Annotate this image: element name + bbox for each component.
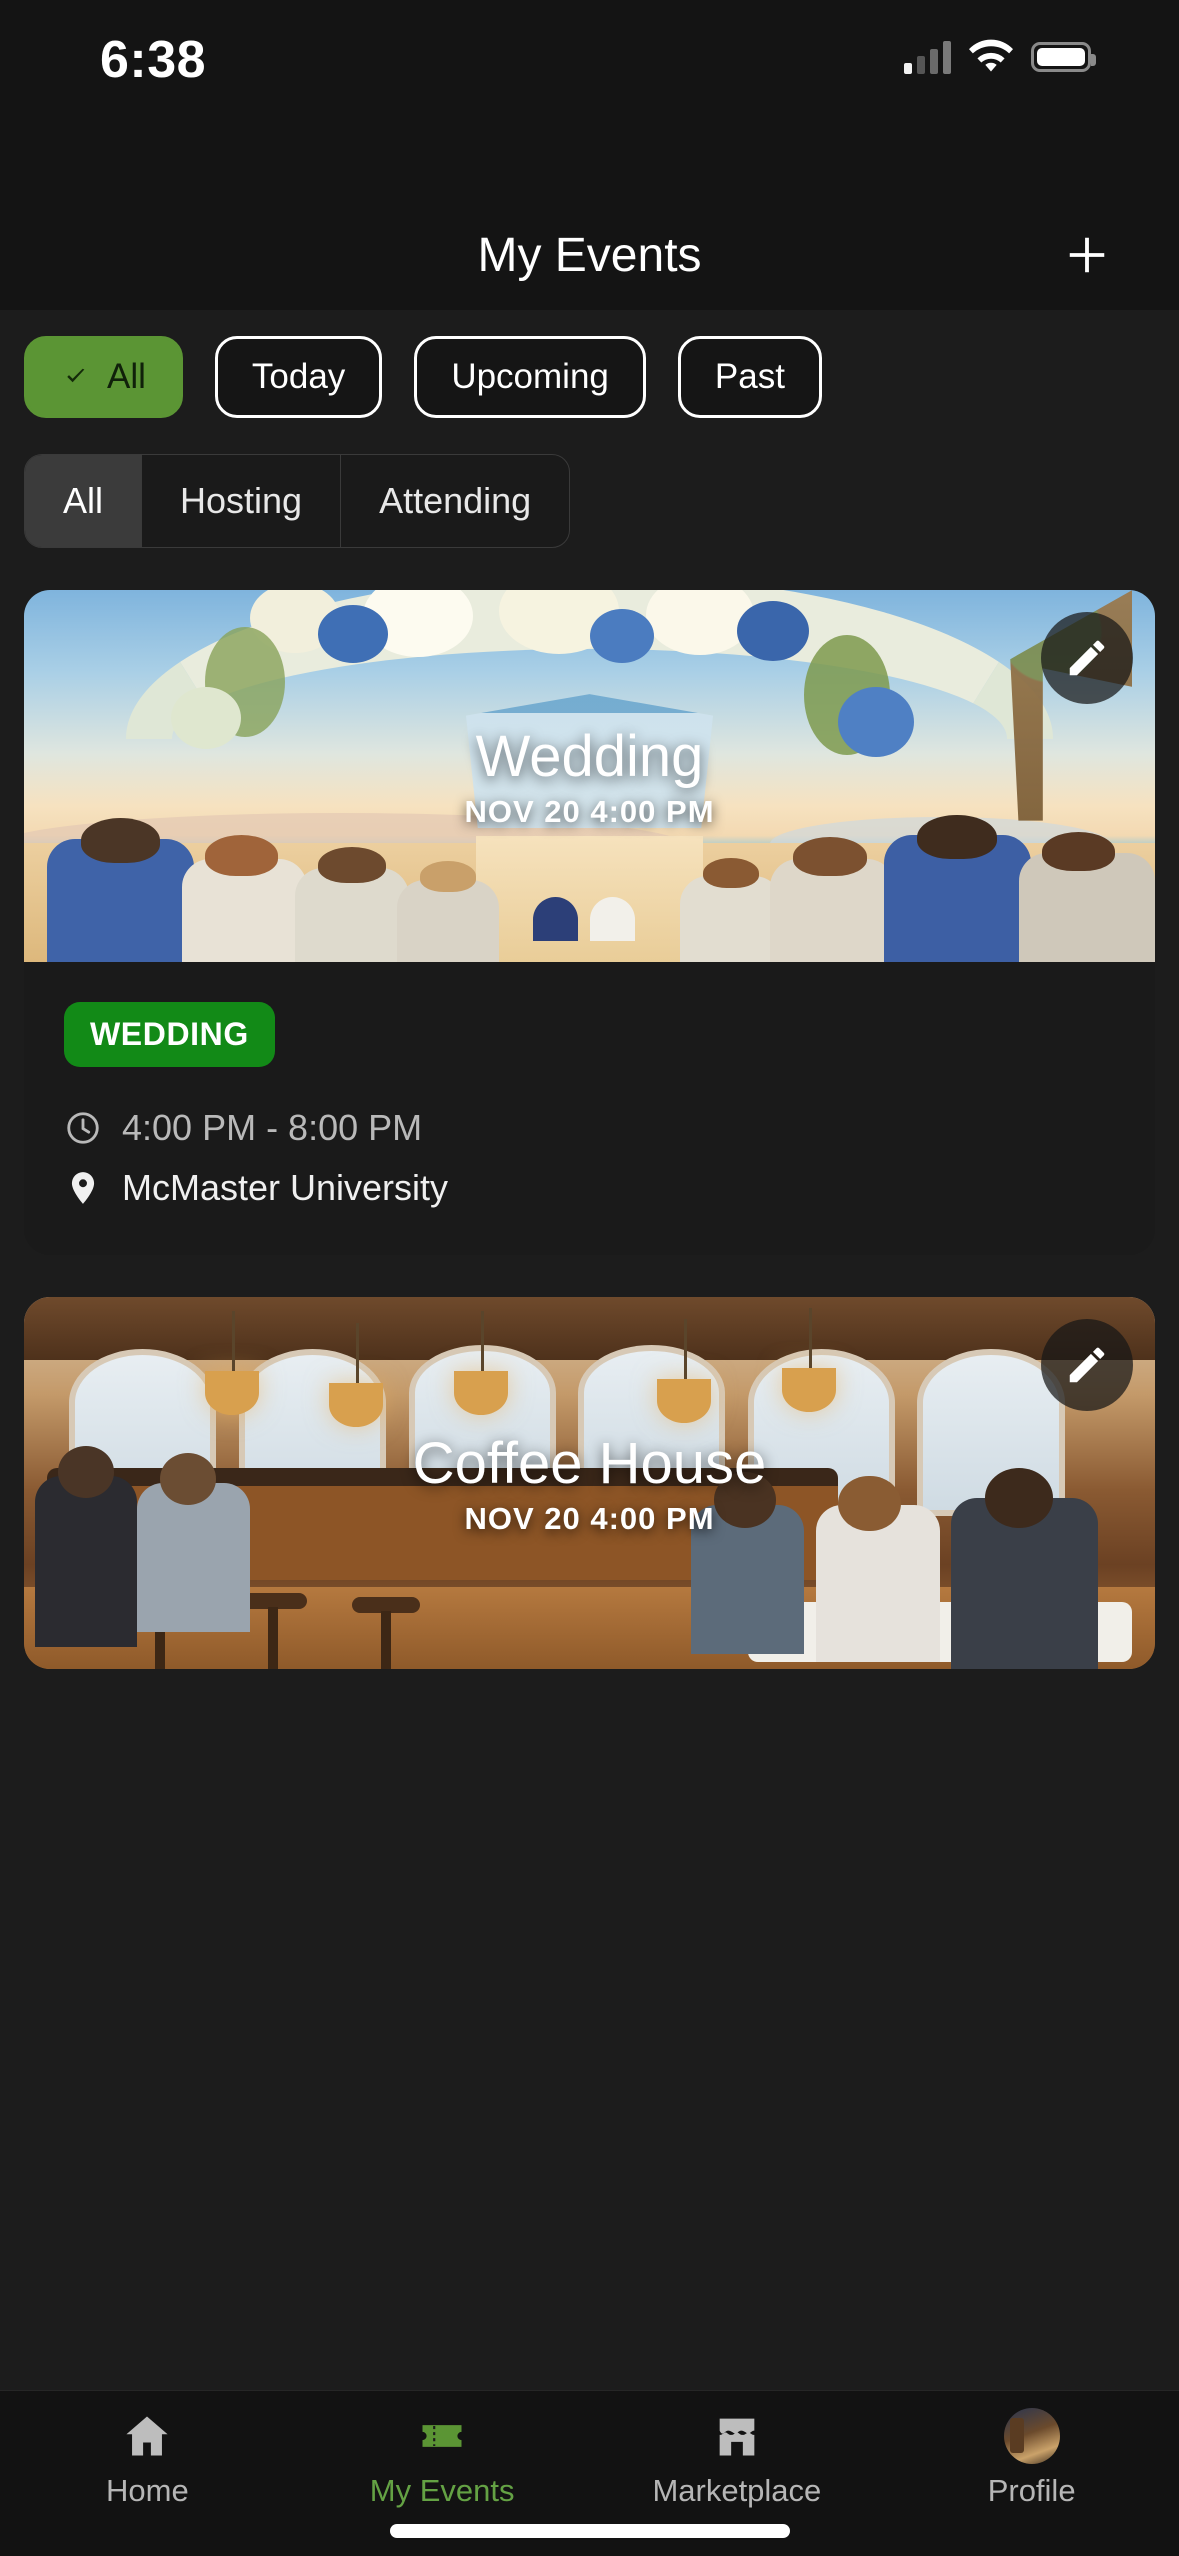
event-location-row: McMaster University xyxy=(64,1167,1115,1209)
filter-chip-upcoming[interactable]: Upcoming xyxy=(414,336,646,418)
event-location: McMaster University xyxy=(122,1167,449,1208)
tab-marketplace[interactable]: Marketplace xyxy=(590,2409,885,2509)
avatar xyxy=(1003,2408,1060,2464)
segment-all[interactable]: All xyxy=(25,455,143,547)
ticket-icon xyxy=(422,2425,462,2447)
event-meta-wedding: 4:00 PM - 8:00 PM McMaster University xyxy=(64,1107,1115,1209)
event-time-range: 4:00 PM - 8:00 PM xyxy=(122,1107,423,1148)
event-title-coffee-house: Coffee House xyxy=(412,1430,767,1496)
home-icon xyxy=(126,2416,168,2456)
tab-home[interactable]: Home xyxy=(0,2409,295,2509)
page-header: My Events xyxy=(0,200,1179,310)
event-time-row: 4:00 PM - 8:00 PM xyxy=(64,1107,1115,1149)
event-image-coffee-house: Coffee House NOV 20 4:00 PM xyxy=(24,1297,1155,1669)
tab-profile[interactable]: Profile xyxy=(884,2408,1179,2509)
filter-chip-past[interactable]: Past xyxy=(677,336,822,418)
location-pin-icon xyxy=(71,1172,95,1204)
edit-event-button-coffee-house[interactable] xyxy=(1041,1319,1133,1411)
event-overlay-coffee-house: Coffee House NOV 20 4:00 PM xyxy=(24,1297,1155,1669)
status-bar-time: 6:38 xyxy=(100,31,207,89)
status-bar: 6:38 xyxy=(0,0,1179,200)
filter-chip-upcoming-label: Upcoming xyxy=(451,357,609,396)
filter-chip-past-label: Past xyxy=(714,357,785,396)
tab-profile-label: Profile xyxy=(987,2473,1076,2508)
role-filter-wrapper: All Hosting Attending xyxy=(0,418,1179,548)
tab-my-events-label: My Events xyxy=(369,2473,515,2508)
event-category-badge: WEDDING xyxy=(64,1002,275,1067)
tab-marketplace-label: Marketplace xyxy=(652,2473,822,2508)
segment-hosting[interactable]: Hosting xyxy=(142,455,342,547)
filter-chip-all[interactable]: All xyxy=(24,336,183,418)
cellular-signal-icon xyxy=(904,40,951,74)
home-indicator xyxy=(389,2524,790,2538)
event-card-wedding[interactable]: Wedding NOV 20 4:00 PM WEDDING 4:00 PM -… xyxy=(24,590,1155,1255)
segment-attending[interactable]: Attending xyxy=(341,455,569,547)
event-title-wedding: Wedding xyxy=(475,723,704,789)
event-card-coffee-house[interactable]: Coffee House NOV 20 4:00 PM xyxy=(24,1297,1155,1669)
bottom-tab-bar: Home My Events Marketplace Profile xyxy=(0,2390,1179,2556)
event-image-wedding: Wedding NOV 20 4:00 PM xyxy=(24,590,1155,962)
page-title: My Events xyxy=(477,228,702,282)
check-icon xyxy=(67,368,85,383)
tab-my-events[interactable]: My Events xyxy=(295,2409,590,2509)
clock-icon xyxy=(67,1112,99,1144)
pencil-icon xyxy=(1069,1347,1105,1383)
tab-home-label: Home xyxy=(106,2473,189,2508)
date-filter-chips: All Today Upcoming Past xyxy=(0,310,1179,418)
event-details-wedding: WEDDING 4:00 PM - 8:00 PM McMaster Unive… xyxy=(24,962,1155,1255)
wifi-icon xyxy=(969,39,1013,72)
filter-chip-today-label: Today xyxy=(251,357,346,396)
event-datetime-coffee-house: NOV 20 4:00 PM xyxy=(464,1500,715,1536)
role-segmented-control: All Hosting Attending xyxy=(24,454,571,548)
add-event-button[interactable] xyxy=(1055,223,1119,287)
filter-chip-today[interactable]: Today xyxy=(214,336,383,418)
battery-icon xyxy=(1031,41,1096,72)
event-datetime-wedding: NOV 20 4:00 PM xyxy=(464,793,715,829)
status-bar-indicators xyxy=(904,38,1096,75)
event-overlay-wedding: Wedding NOV 20 4:00 PM xyxy=(24,590,1155,962)
filter-chip-all-label: All xyxy=(107,357,146,396)
events-scroll-area[interactable]: All Today Upcoming Past All Hosting Atte… xyxy=(0,310,1179,2390)
edit-event-button-wedding[interactable] xyxy=(1041,612,1133,704)
pencil-icon xyxy=(1069,640,1105,676)
plus-icon xyxy=(1069,237,1105,273)
storefront-icon xyxy=(719,2418,755,2456)
